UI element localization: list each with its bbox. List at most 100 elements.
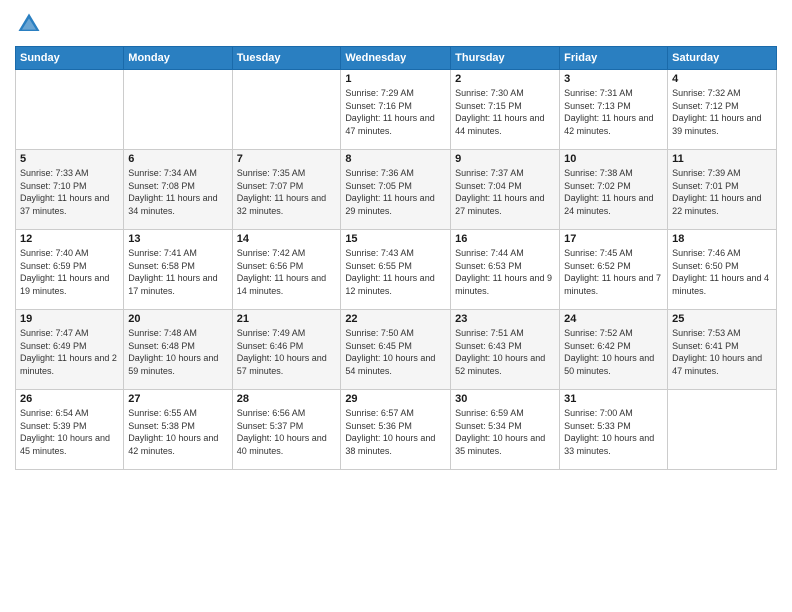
day-info: Sunrise: 6:54 AM Sunset: 5:39 PM Dayligh… [20,407,119,457]
day-number: 25 [672,313,772,325]
day-info: Sunrise: 7:47 AM Sunset: 6:49 PM Dayligh… [20,327,119,377]
calendar-cell: 23 Sunrise: 7:51 AM Sunset: 6:43 PM Dayli… [451,310,560,390]
day-number: 11 [672,153,772,165]
day-number: 20 [128,313,227,325]
day-number: 30 [455,393,555,405]
day-number: 10 [564,153,663,165]
calendar-cell: 8 Sunrise: 7:36 AM Sunset: 7:05 PM Daylig… [341,150,451,230]
day-info: Sunrise: 7:42 AM Sunset: 6:56 PM Dayligh… [237,247,337,297]
calendar-cell: 13Sunrise: 7:41 AM Sunset: 6:58 PM Dayli… [124,230,232,310]
calendar-body: 1 Sunrise: 7:29 AM Sunset: 7:16 PM Daylig… [16,70,777,470]
day-number: 8 [345,153,446,165]
day-number: 9 [455,153,555,165]
day-number: 4 [672,73,772,85]
calendar-cell: 20 Sunrise: 7:48 AM Sunset: 6:48 PM Dayli… [124,310,232,390]
calendar-cell [668,390,777,470]
day-number: 6 [128,153,227,165]
weekday-header-cell: Saturday [668,47,777,70]
day-info: Sunrise: 7:53 AM Sunset: 6:41 PM Dayligh… [672,327,772,377]
calendar-cell: 27 Sunrise: 6:55 AM Sunset: 5:38 PM Dayli… [124,390,232,470]
day-info: Sunrise: 7:30 AM Sunset: 7:15 PM Dayligh… [455,87,555,137]
day-number: 17 [564,233,663,245]
calendar-cell: 26 Sunrise: 6:54 AM Sunset: 5:39 PM Dayli… [16,390,124,470]
calendar-cell: 2 Sunrise: 7:30 AM Sunset: 7:15 PM Daylig… [451,70,560,150]
day-number: 26 [20,393,119,405]
day-info: Sunrise: 7:46 AM Sunset: 6:50 PM Dayligh… [672,247,772,297]
day-info: Sunrise: 7:31 AM Sunset: 7:13 PM Dayligh… [564,87,663,137]
calendar-week-row: 5 Sunrise: 7:33 AM Sunset: 7:10 PM Daylig… [16,150,777,230]
calendar-cell: 30 Sunrise: 6:59 AM Sunset: 5:34 PM Dayli… [451,390,560,470]
calendar-week-row: 12Sunrise: 7:40 AM Sunset: 6:59 PM Dayli… [16,230,777,310]
calendar-cell: 14Sunrise: 7:42 AM Sunset: 6:56 PM Dayli… [232,230,341,310]
day-info: Sunrise: 7:43 AM Sunset: 6:55 PM Dayligh… [345,247,446,297]
calendar-cell: 17 Sunrise: 7:45 AM Sunset: 6:52 PM Dayli… [560,230,668,310]
day-info: Sunrise: 7:32 AM Sunset: 7:12 PM Dayligh… [672,87,772,137]
calendar-cell: 3 Sunrise: 7:31 AM Sunset: 7:13 PM Daylig… [560,70,668,150]
calendar-cell: 12Sunrise: 7:40 AM Sunset: 6:59 PM Dayli… [16,230,124,310]
header [15,10,777,38]
weekday-header-cell: Tuesday [232,47,341,70]
calendar-table: SundayMondayTuesdayWednesdayThursdayFrid… [15,46,777,470]
calendar-cell: 25 Sunrise: 7:53 AM Sunset: 6:41 PM Dayli… [668,310,777,390]
page: SundayMondayTuesdayWednesdayThursdayFrid… [0,0,792,612]
day-info: Sunrise: 6:59 AM Sunset: 5:34 PM Dayligh… [455,407,555,457]
day-number: 13 [128,233,227,245]
day-number: 28 [237,393,337,405]
weekday-header-cell: Wednesday [341,47,451,70]
day-info: Sunrise: 7:39 AM Sunset: 7:01 PM Dayligh… [672,167,772,217]
calendar-cell: 6 Sunrise: 7:34 AM Sunset: 7:08 PM Daylig… [124,150,232,230]
calendar-cell: 15 Sunrise: 7:43 AM Sunset: 6:55 PM Dayli… [341,230,451,310]
calendar-cell: 10 Sunrise: 7:38 AM Sunset: 7:02 PM Dayli… [560,150,668,230]
day-number: 31 [564,393,663,405]
logo [15,10,47,38]
day-info: Sunrise: 6:57 AM Sunset: 5:36 PM Dayligh… [345,407,446,457]
day-info: Sunrise: 7:38 AM Sunset: 7:02 PM Dayligh… [564,167,663,217]
day-info: Sunrise: 7:34 AM Sunset: 7:08 PM Dayligh… [128,167,227,217]
day-number: 15 [345,233,446,245]
day-info: Sunrise: 7:51 AM Sunset: 6:43 PM Dayligh… [455,327,555,377]
day-info: Sunrise: 7:45 AM Sunset: 6:52 PM Dayligh… [564,247,663,297]
day-number: 19 [20,313,119,325]
day-number: 24 [564,313,663,325]
calendar-cell: 18 Sunrise: 7:46 AM Sunset: 6:50 PM Dayli… [668,230,777,310]
day-info: Sunrise: 7:50 AM Sunset: 6:45 PM Dayligh… [345,327,446,377]
day-info: Sunrise: 7:36 AM Sunset: 7:05 PM Dayligh… [345,167,446,217]
day-number: 18 [672,233,772,245]
day-number: 12 [20,233,119,245]
weekday-header-row: SundayMondayTuesdayWednesdayThursdayFrid… [16,47,777,70]
day-number: 5 [20,153,119,165]
day-number: 1 [345,73,446,85]
calendar-cell: 9 Sunrise: 7:37 AM Sunset: 7:04 PM Daylig… [451,150,560,230]
day-number: 21 [237,313,337,325]
day-info: Sunrise: 6:56 AM Sunset: 5:37 PM Dayligh… [237,407,337,457]
calendar-cell: 21Sunrise: 7:49 AM Sunset: 6:46 PM Dayli… [232,310,341,390]
weekday-header-cell: Sunday [16,47,124,70]
day-info: Sunrise: 7:35 AM Sunset: 7:07 PM Dayligh… [237,167,337,217]
weekday-header-cell: Friday [560,47,668,70]
day-info: Sunrise: 7:37 AM Sunset: 7:04 PM Dayligh… [455,167,555,217]
day-number: 22 [345,313,446,325]
calendar-week-row: 26 Sunrise: 6:54 AM Sunset: 5:39 PM Dayli… [16,390,777,470]
day-info: Sunrise: 7:29 AM Sunset: 7:16 PM Dayligh… [345,87,446,137]
calendar-cell [124,70,232,150]
weekday-header-cell: Thursday [451,47,560,70]
calendar-cell: 11 Sunrise: 7:39 AM Sunset: 7:01 PM Dayli… [668,150,777,230]
day-number: 27 [128,393,227,405]
calendar-cell: 4 Sunrise: 7:32 AM Sunset: 7:12 PM Daylig… [668,70,777,150]
calendar-cell: 31 Sunrise: 7:00 AM Sunset: 5:33 PM Dayli… [560,390,668,470]
calendar-cell [232,70,341,150]
day-number: 29 [345,393,446,405]
logo-icon [15,10,43,38]
day-number: 2 [455,73,555,85]
day-number: 3 [564,73,663,85]
day-info: Sunrise: 7:44 AM Sunset: 6:53 PM Dayligh… [455,247,555,297]
calendar-cell: 1 Sunrise: 7:29 AM Sunset: 7:16 PM Daylig… [341,70,451,150]
calendar-cell: 28 Sunrise: 6:56 AM Sunset: 5:37 PM Dayli… [232,390,341,470]
day-info: Sunrise: 7:00 AM Sunset: 5:33 PM Dayligh… [564,407,663,457]
calendar-cell: 19 Sunrise: 7:47 AM Sunset: 6:49 PM Dayli… [16,310,124,390]
day-info: Sunrise: 6:55 AM Sunset: 5:38 PM Dayligh… [128,407,227,457]
day-info: Sunrise: 7:33 AM Sunset: 7:10 PM Dayligh… [20,167,119,217]
day-number: 23 [455,313,555,325]
day-info: Sunrise: 7:48 AM Sunset: 6:48 PM Dayligh… [128,327,227,377]
weekday-header-cell: Monday [124,47,232,70]
